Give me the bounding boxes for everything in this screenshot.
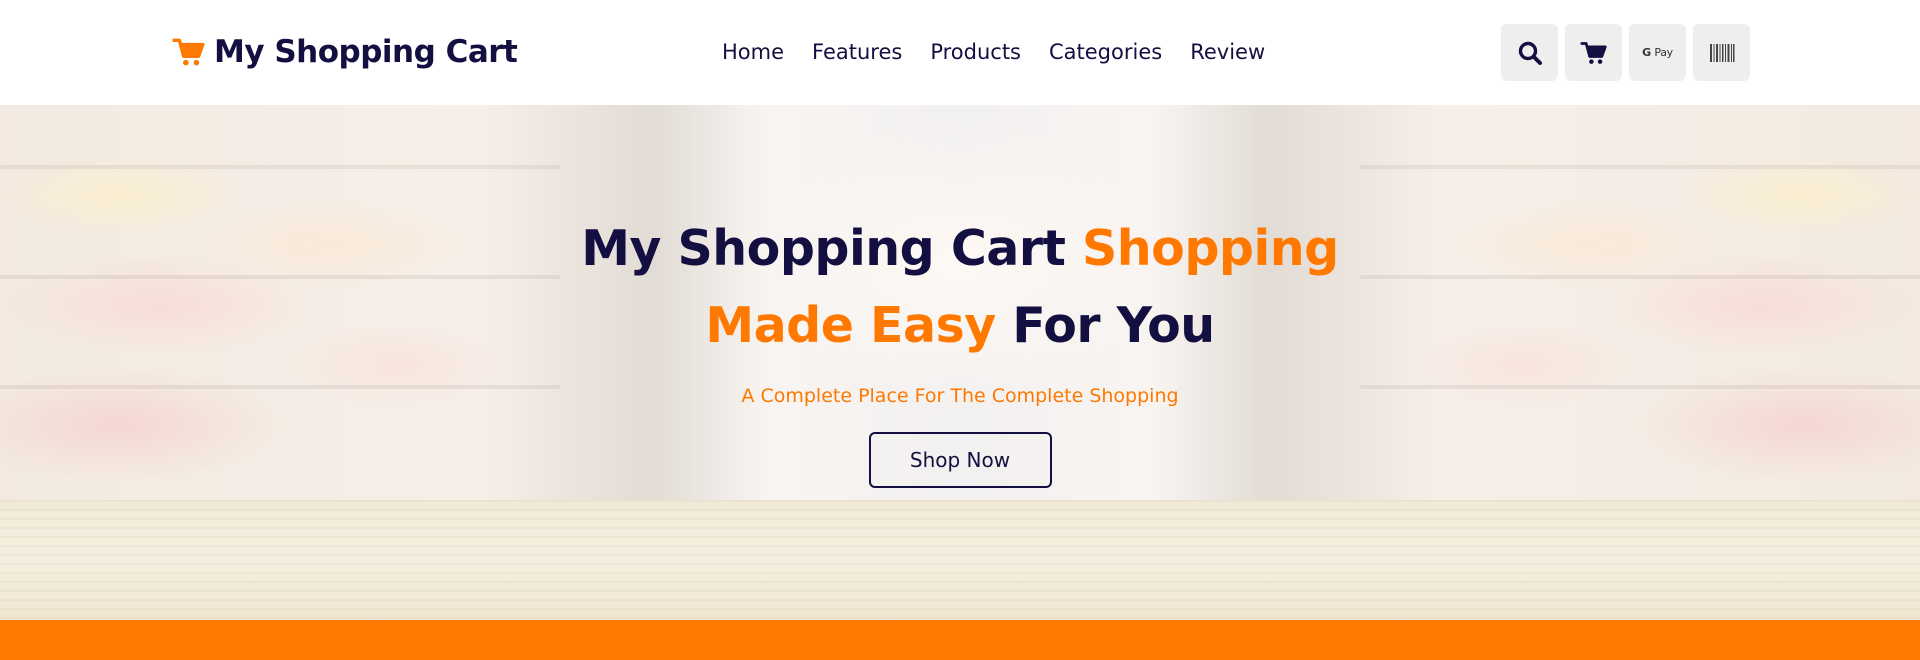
hero-title-part2: For You [995,297,1215,354]
gpay-button[interactable]: G Pay [1629,24,1686,81]
logo[interactable]: My Shopping Cart [172,30,518,74]
hero-title: My Shopping Cart Shopping Made Easy For … [580,210,1340,364]
site-header: My Shopping Cart Home Features Products … [0,0,1920,105]
barcode-icon [1709,43,1734,62]
gpay-icon: G Pay [1642,46,1673,59]
nav-products[interactable]: Products [930,36,1021,68]
shop-now-button[interactable]: Shop Now [868,432,1052,488]
main-nav: Home Features Products Categories Review [722,36,1293,68]
gpay-g: G [1642,46,1651,59]
logo-text: My Shopping Cart [214,34,518,70]
hero-title-part1: My Shopping Cart [581,220,1082,277]
nav-home[interactable]: Home [722,36,784,68]
orange-footer-bar [0,620,1920,660]
nav-features[interactable]: Features [812,36,902,68]
nav-categories[interactable]: Categories [1049,36,1162,68]
hero-subtitle: A Complete Place For The Complete Shoppi… [741,385,1179,407]
hero-content: My Shopping Cart Shopping Made Easy For … [0,210,1920,488]
shopping-cart-icon [172,38,205,66]
gpay-pay: Pay [1654,46,1673,59]
cart-button[interactable] [1565,24,1622,81]
nav-review[interactable]: Review [1190,36,1265,68]
header-icons: G Pay [1501,24,1750,81]
wooden-table-surface [0,500,1920,620]
hero-section: My Shopping Cart Shopping Made Easy For … [0,105,1920,620]
search-icon [1518,41,1542,65]
search-button[interactable] [1501,24,1558,81]
cart-icon [1579,41,1607,64]
barcode-button[interactable] [1693,24,1750,81]
